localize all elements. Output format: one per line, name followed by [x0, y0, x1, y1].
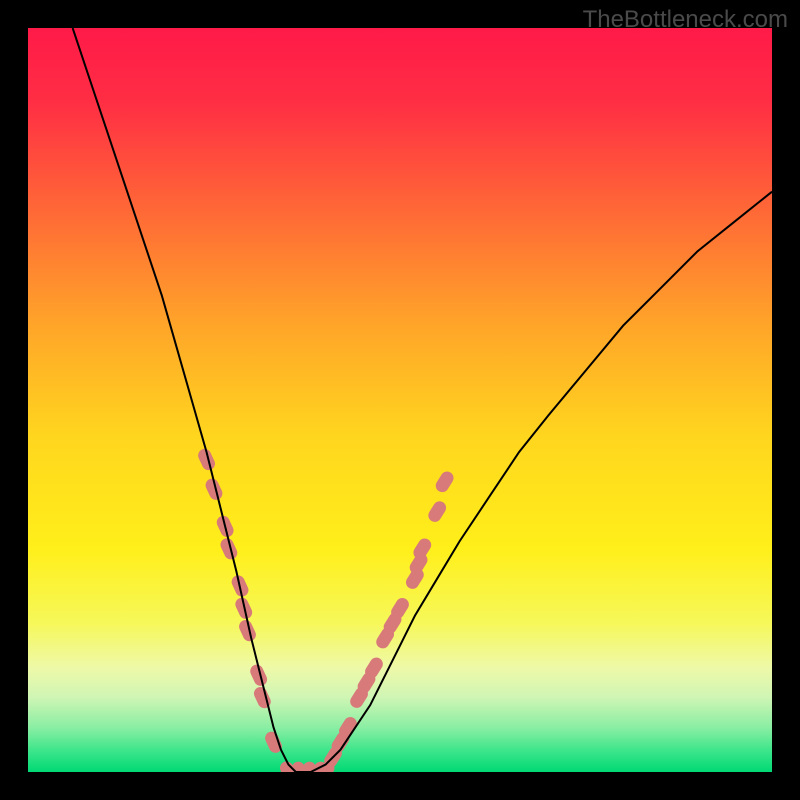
bottleneck-curve — [73, 28, 772, 772]
plot-area — [28, 28, 772, 772]
curve-layer — [28, 28, 772, 772]
chart-container: TheBottleneck.com — [0, 0, 800, 800]
watermark-text: TheBottleneck.com — [583, 6, 788, 34]
marker-capsule — [252, 685, 273, 710]
marker-capsule — [433, 469, 456, 495]
marker-capsule — [411, 536, 434, 562]
marker-cluster-group — [196, 447, 456, 772]
marker-capsule — [426, 499, 449, 525]
